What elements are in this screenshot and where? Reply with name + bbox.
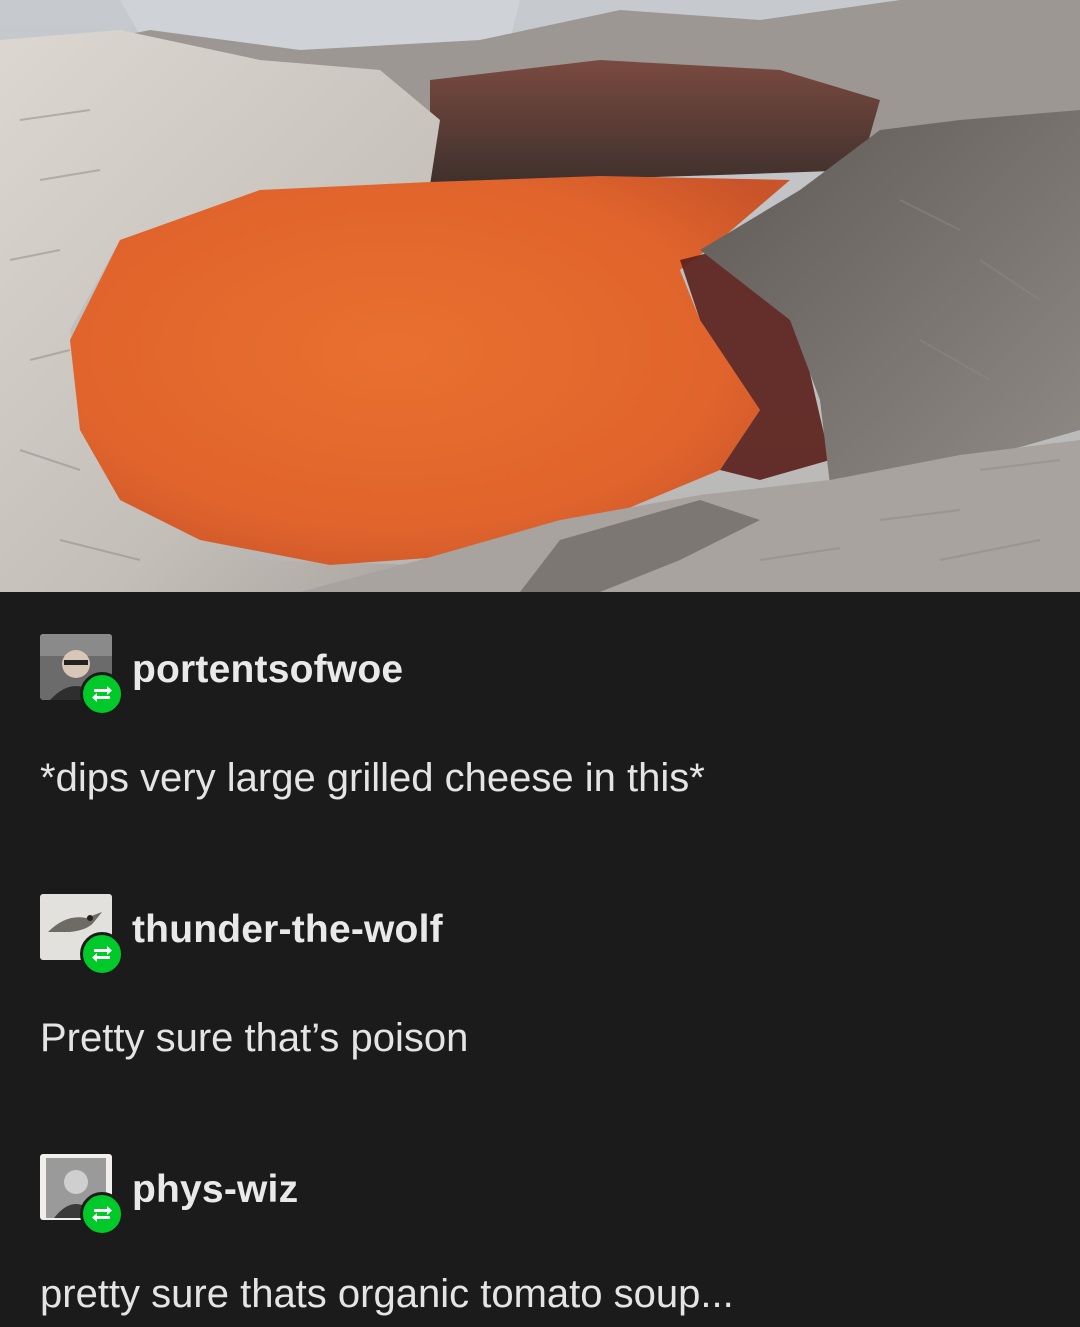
reblog-icon xyxy=(80,932,124,976)
post-text: pretty sure thats organic tomato soup... xyxy=(40,1272,734,1316)
reblog-header: portentsofwoe xyxy=(40,634,1040,716)
reblog-entry: portentsofwoe *dips very large grilled c… xyxy=(0,634,1080,834)
username[interactable]: phys-wiz xyxy=(132,1168,298,1212)
crater-lake-image xyxy=(0,0,1080,592)
reblog-icon xyxy=(80,1192,124,1236)
reblog-header: phys-wiz xyxy=(40,1154,1040,1236)
reblog-entry: thunder-the-wolf Pretty sure that’s pois… xyxy=(0,894,1080,1094)
reblog-header: thunder-the-wolf xyxy=(40,894,1040,976)
post-text: Pretty sure that’s poison xyxy=(40,1016,469,1060)
reblog-entry: phys-wiz pretty sure thats organic tomat… xyxy=(0,1154,1080,1327)
post-text: *dips very large grilled cheese in this* xyxy=(40,756,705,800)
post-photo xyxy=(0,0,1080,592)
username[interactable]: portentsofwoe xyxy=(132,648,403,692)
username[interactable]: thunder-the-wolf xyxy=(132,908,443,952)
reblog-thread: portentsofwoe *dips very large grilled c… xyxy=(0,592,1080,1327)
reblog-icon xyxy=(80,672,124,716)
